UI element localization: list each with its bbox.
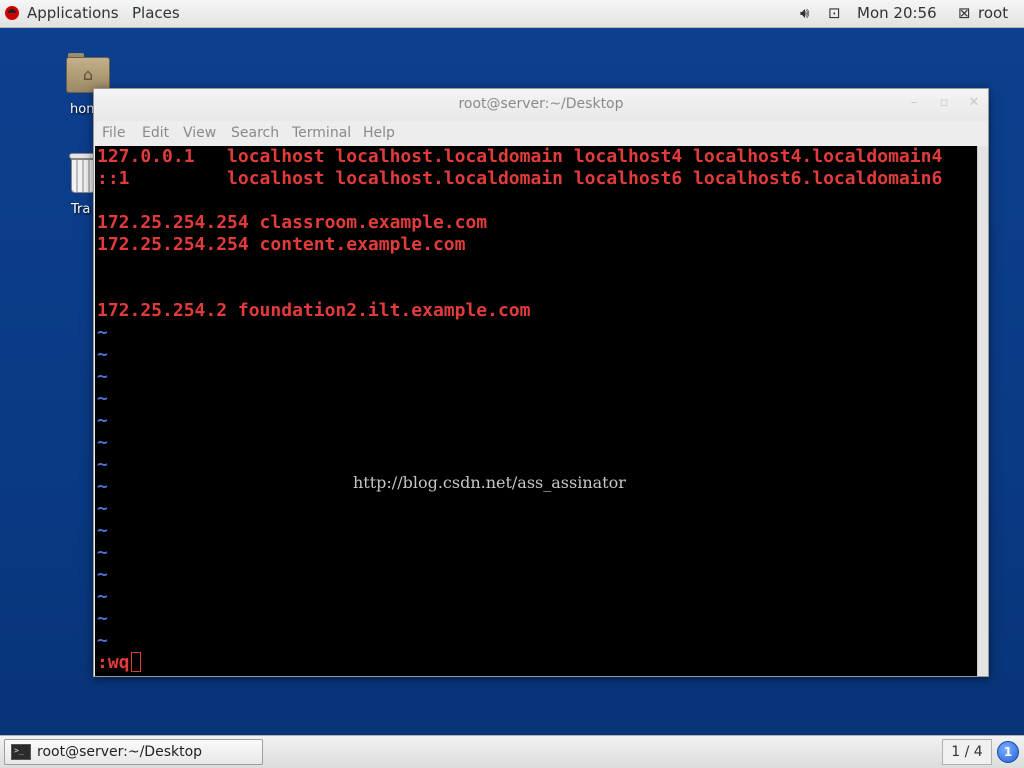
- empty-line-tilde: ~: [97, 520, 108, 541]
- watermark: http://blog.csdn.net/ass_assinator: [353, 473, 626, 492]
- minimize-button[interactable]: –: [906, 95, 922, 111]
- window-titlebar[interactable]: root@server:~/Desktop – ▫ ✕: [94, 89, 988, 121]
- network-icon[interactable]: ⊡: [828, 4, 841, 22]
- terminal-window[interactable]: root@server:~/Desktop – ▫ ✕ File Edit Vi…: [93, 88, 989, 677]
- bottom-panel: >_ root@server:~/Desktop 1 / 4 1: [0, 735, 1024, 768]
- redhat-logo-icon: [5, 6, 19, 20]
- terminal-scrollbar[interactable]: [977, 146, 988, 676]
- menu-terminal[interactable]: Terminal: [292, 125, 351, 141]
- home-folder-icon[interactable]: ⌂: [66, 53, 110, 93]
- terminal-icon: >_: [11, 744, 31, 760]
- empty-line-tilde: ~: [97, 564, 108, 585]
- text-cursor: [130, 652, 141, 672]
- close-button[interactable]: ✕: [966, 95, 982, 111]
- empty-line-tilde: ~: [97, 410, 108, 431]
- empty-line-tilde: ~: [97, 608, 108, 629]
- empty-line-tilde: ~: [97, 344, 108, 365]
- empty-line-tilde: ~: [97, 586, 108, 607]
- terminal-content[interactable]: 127.0.0.1 localhost localhost.localdomai…: [95, 146, 977, 676]
- notification-badge[interactable]: 1: [997, 741, 1019, 763]
- menu-file[interactable]: File: [102, 125, 125, 141]
- empty-line-tilde: ~: [97, 476, 108, 497]
- taskbar-terminal-item[interactable]: >_ root@server:~/Desktop: [4, 739, 263, 765]
- applications-menu[interactable]: Applications: [27, 4, 119, 22]
- empty-line-tilde: ~: [97, 498, 108, 519]
- terminal-line: 127.0.0.1 localhost localhost.localdomai…: [97, 146, 943, 167]
- taskbar-item-label: root@server:~/Desktop: [37, 744, 203, 760]
- empty-line-tilde: ~: [97, 366, 108, 387]
- user-menu[interactable]: root: [978, 4, 1008, 22]
- top-panel: Applications Places 🔊︎ ⊡ Mon 20:56 ⊠ roo…: [0, 0, 1024, 28]
- menu-help[interactable]: Help: [363, 125, 395, 141]
- menubar: File Edit View Search Terminal Help: [94, 121, 988, 146]
- empty-line-tilde: ~: [97, 630, 108, 651]
- home-folder-label[interactable]: hon: [70, 102, 94, 117]
- menu-search[interactable]: Search: [231, 125, 279, 141]
- terminal-line: 172.25.254.2 foundation2.ilt.example.com: [97, 300, 531, 321]
- terminal-line: ::1 localhost localhost.localdomain loca…: [97, 168, 943, 189]
- volume-icon[interactable]: 🔊︎: [800, 4, 809, 22]
- workspace-switcher[interactable]: 1 / 4: [942, 739, 992, 765]
- maximize-button[interactable]: ▫: [936, 95, 952, 111]
- empty-line-tilde: ~: [97, 322, 108, 343]
- empty-line-tilde: ~: [97, 542, 108, 563]
- menu-edit[interactable]: Edit: [142, 125, 169, 141]
- command-line[interactable]: :wq: [97, 652, 141, 674]
- empty-line-tilde: ~: [97, 454, 108, 475]
- places-menu[interactable]: Places: [132, 4, 180, 22]
- terminal-line: 172.25.254.254 content.example.com: [97, 234, 466, 255]
- trash-label[interactable]: Tra: [71, 202, 90, 217]
- command-text: :wq: [97, 652, 130, 673]
- terminal-line: 172.25.254.254 classroom.example.com: [97, 212, 488, 233]
- empty-line-tilde: ~: [97, 388, 108, 409]
- user-icon[interactable]: ⊠: [958, 4, 971, 22]
- empty-line-tilde: ~: [97, 432, 108, 453]
- menu-view[interactable]: View: [183, 125, 216, 141]
- window-title: root@server:~/Desktop: [458, 96, 624, 112]
- clock[interactable]: Mon 20:56: [857, 4, 937, 22]
